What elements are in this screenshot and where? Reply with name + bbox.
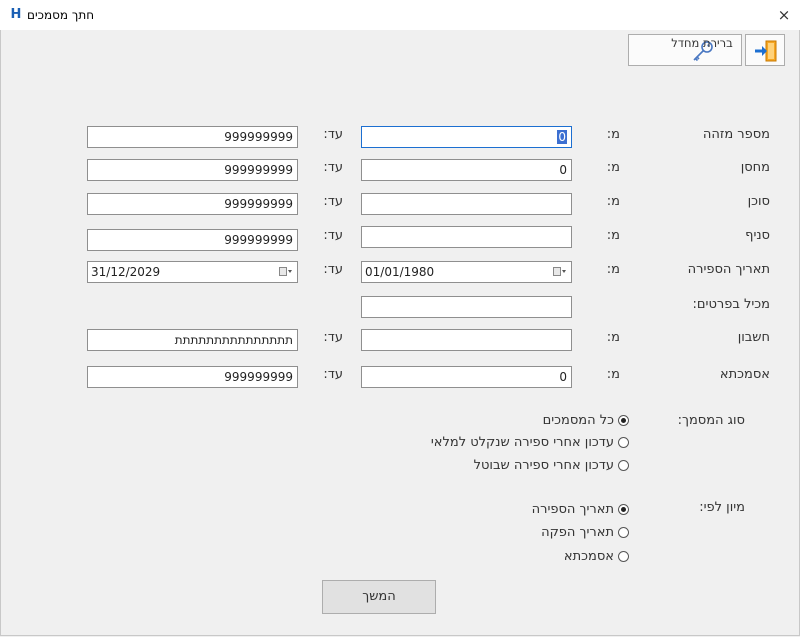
account-from-field[interactable] (361, 329, 572, 351)
doc-number-to-label: עד: (323, 127, 343, 142)
contains-label: מכיל בפרטים: (692, 297, 770, 312)
agent-to-label: עד: (323, 194, 343, 209)
account-from-label: מ: (606, 330, 620, 345)
warehouse-from-label: מ: (606, 160, 620, 175)
count-date-to-label: עד: (323, 262, 343, 277)
reference-to-field[interactable]: 999999999 (87, 366, 298, 388)
account-label: חשבון (737, 330, 770, 345)
radio-unselected-icon (618, 527, 629, 538)
warehouse-label: מחסן (740, 160, 770, 175)
doc-number-from-value: 0 (557, 130, 567, 144)
doc-type-radio-all[interactable]: כל המסמכים (543, 413, 629, 428)
app-logo-icon: H (10, 7, 22, 22)
warehouse-to-label: עד: (323, 160, 343, 175)
warehouse-to-field[interactable]: 999999999 (87, 159, 298, 181)
account-to-label: עד: (323, 330, 343, 345)
doc-number-label: מספר מזהה (702, 127, 770, 142)
date-from-picker[interactable]: 01/01/1980 (361, 261, 572, 283)
reference-to-label: עד: (323, 367, 343, 382)
doc-number-from-label: מ: (606, 127, 620, 142)
date-to-picker[interactable]: 31/12/2029 (87, 261, 298, 283)
agent-from-label: מ: (606, 194, 620, 209)
radio-unselected-icon (618, 460, 629, 471)
doc-type-label: סוג המסמך: (677, 413, 745, 428)
doc-type-radio-cancelled[interactable]: עדכון אחרי ספירה שבוטל (474, 458, 629, 473)
branch-to-field[interactable]: 999999999 (87, 229, 298, 251)
radio-unselected-icon (618, 437, 629, 448)
branch-to-label: עד: (323, 228, 343, 243)
sort-radio-reference[interactable]: אסמכתא (564, 549, 629, 564)
doc-number-from-field[interactable]: 0 (361, 126, 572, 148)
sort-radio-production-date[interactable]: תאריך הפקה (541, 525, 629, 540)
radio-selected-icon (618, 504, 629, 515)
agent-to-field[interactable]: 999999999 (87, 193, 298, 215)
reference-from-label: מ: (606, 367, 620, 382)
sort-radio-count-date[interactable]: תאריך הספירה (532, 502, 629, 517)
doc-type-radio-recorded[interactable]: עדכון אחרי ספירה שנקלט למלאי (431, 435, 629, 450)
account-to-field[interactable]: תתתתתתתתתתתתתתת (87, 329, 298, 351)
calendar-dropdown-icon[interactable] (279, 267, 293, 277)
branch-label: סניף (745, 228, 770, 243)
default-settings-label: ברירת מחדל (671, 36, 733, 50)
title-bar: H חתך מסמכים × (0, 0, 800, 30)
agent-label: סוכן (747, 194, 770, 209)
count-date-from-label: מ: (606, 262, 620, 277)
default-settings-button[interactable]: ברירת מחדל (628, 34, 742, 66)
agent-from-field[interactable] (361, 193, 572, 215)
close-button[interactable]: × (768, 0, 800, 30)
branch-from-field[interactable] (361, 226, 572, 248)
sort-by-label: מיון לפי: (699, 500, 745, 515)
calendar-dropdown-icon[interactable] (553, 267, 567, 277)
doc-number-to-field[interactable]: 999999999 (87, 126, 298, 148)
exit-button[interactable] (745, 34, 785, 66)
continue-button[interactable]: המשך (322, 580, 436, 614)
window-title: חתך מסמכים (27, 8, 95, 22)
radio-unselected-icon (618, 551, 629, 562)
reference-from-field[interactable]: 0 (361, 366, 572, 388)
reference-label: אסמכתא (719, 367, 770, 382)
count-date-label: תאריך הספירה (687, 262, 770, 277)
date-to-value: 31/12/2029 (91, 265, 161, 279)
exit-door-icon (755, 40, 777, 62)
radio-selected-icon (618, 415, 629, 426)
warehouse-from-field[interactable]: 0 (361, 159, 572, 181)
contains-field[interactable] (361, 296, 572, 318)
date-from-value: 01/01/1980 (365, 265, 435, 279)
branch-from-label: מ: (606, 228, 620, 243)
